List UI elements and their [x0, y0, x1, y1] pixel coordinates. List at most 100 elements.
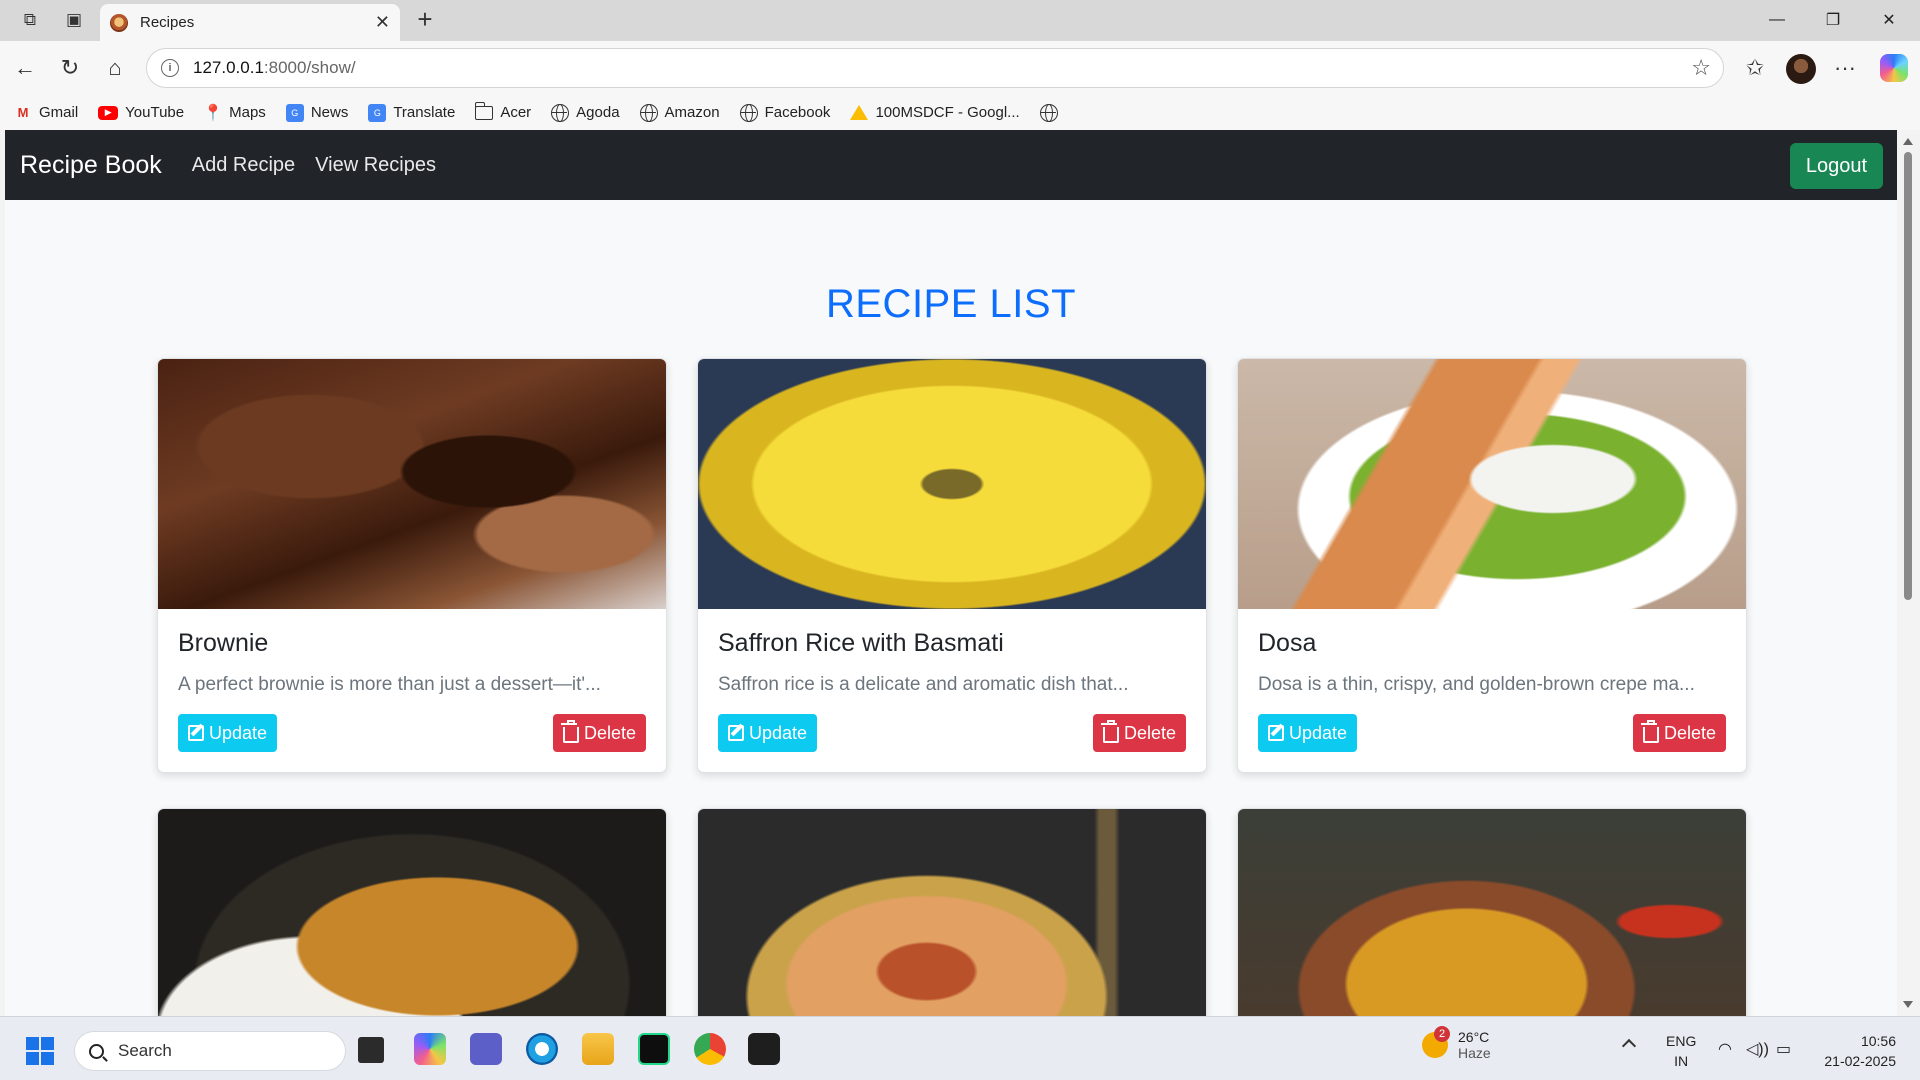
bookmark-facebook[interactable]: Facebook: [739, 103, 830, 122]
reload-icon[interactable]: ↻: [55, 54, 85, 82]
search-icon: [89, 1043, 104, 1059]
profile-avatar[interactable]: [1786, 54, 1816, 84]
copilot-icon[interactable]: [1880, 54, 1908, 82]
update-button[interactable]: Update: [178, 714, 278, 752]
card-body: Dosa Dosa is a thin, crispy, and golden-…: [1238, 609, 1746, 772]
new-tab-button[interactable]: +: [410, 4, 440, 36]
nav-view-recipes[interactable]: View Recipes: [315, 154, 436, 177]
chrome-icon[interactable]: [694, 1033, 726, 1065]
update-button[interactable]: Update: [1258, 714, 1358, 752]
brand-link[interactable]: Recipe Book: [20, 151, 162, 180]
recipe-description: Dosa is a thin, crispy, and golden-brown…: [1258, 674, 1695, 695]
recipe-card: Brownie A perfect brownie is more than j…: [157, 358, 667, 773]
bookmark-amazon[interactable]: Amazon: [639, 103, 720, 122]
delete-label: Delete: [1123, 722, 1176, 743]
recipe-card: [157, 808, 667, 1016]
bookmark-gmail[interactable]: M Gmail: [14, 104, 79, 122]
bookmark-label: 100MSDCF - Googl...: [875, 104, 1020, 121]
card-actions: Update Delete: [1258, 714, 1726, 752]
page-scrollbar[interactable]: [1897, 130, 1920, 1016]
teams-icon[interactable]: [470, 1033, 502, 1065]
card-actions: Update Delete: [178, 714, 646, 752]
file-explorer-icon[interactable]: [582, 1033, 614, 1065]
bookmark-google-drive[interactable]: 100MSDCF - Googl...: [850, 104, 1020, 121]
recipe-name: Saffron Rice with Basmati: [718, 629, 1004, 657]
bookmark-label: Agoda: [576, 104, 620, 121]
bookmark-acer[interactable]: Acer: [474, 101, 532, 122]
youtube-icon: ▶: [98, 105, 119, 120]
terminal-icon[interactable]: [748, 1033, 780, 1065]
url-path: :8000/show/: [263, 58, 356, 77]
battery-icon[interactable]: ▭: [1776, 1039, 1791, 1059]
card-body: Brownie A perfect brownie is more than j…: [158, 609, 666, 772]
copilot-app-icon[interactable]: [414, 1033, 446, 1065]
clock[interactable]: 10:56 21-02-2025: [1808, 1031, 1896, 1071]
bookmark-youtube[interactable]: ▶ YouTube: [98, 104, 184, 121]
bookmark-maps[interactable]: 📍 Maps: [203, 104, 266, 122]
browser-chrome: ⧉ ▣ Recipes ✕ + — ❐ ✕ ← ↻ ⌂ i 127.0.0.1:…: [0, 0, 1920, 130]
taskbar: Search 2 26°C Haze ENG IN ◠ ◁)) ▭ 10:56 …: [0, 1016, 1920, 1080]
delete-button[interactable]: Delete: [1632, 714, 1726, 752]
folder-icon: [474, 101, 494, 122]
logout-button[interactable]: Logout: [1789, 143, 1883, 189]
globe-icon: [1039, 103, 1058, 122]
close-tab-icon[interactable]: ✕: [375, 12, 390, 33]
recipe-card: [697, 808, 1207, 1016]
tab-title: Recipes: [140, 14, 195, 31]
recipe-image-biryani: [698, 809, 1206, 1016]
edge-icon[interactable]: [526, 1033, 558, 1065]
site-info-icon[interactable]: i: [161, 59, 179, 77]
edit-icon: [188, 725, 204, 741]
scrollbar-thumb[interactable]: [1904, 152, 1912, 600]
clock-date: 21-02-2025: [1824, 1053, 1896, 1069]
tab-recipes[interactable]: Recipes ✕: [100, 4, 400, 41]
workspaces-icon[interactable]: ⧉: [16, 8, 44, 32]
weather-widget[interactable]: 2 26°C Haze: [1422, 1026, 1491, 1061]
chevron-up-icon[interactable]: [1621, 1038, 1637, 1054]
taskbar-search[interactable]: Search: [74, 1031, 346, 1071]
search-label: Search: [118, 1041, 172, 1060]
globe-icon: [551, 103, 570, 122]
recipe-name: Dosa: [1258, 629, 1317, 657]
scroll-up-icon[interactable]: [1903, 138, 1913, 145]
restore-button[interactable]: ❐: [1810, 6, 1856, 34]
recipe-image-dal: [1238, 809, 1746, 1016]
minimize-button[interactable]: —: [1754, 6, 1800, 34]
bookmark-globe[interactable]: [1039, 103, 1065, 122]
weather-desc: Haze: [1458, 1045, 1491, 1061]
update-label: Update: [209, 722, 268, 743]
delete-label: Delete: [583, 722, 636, 743]
delete-button[interactable]: Delete: [552, 714, 646, 752]
pycharm-icon[interactable]: [638, 1033, 670, 1065]
scroll-down-icon[interactable]: [1903, 1001, 1913, 1008]
edit-icon: [728, 725, 744, 741]
bookmark-label: Amazon: [664, 104, 720, 121]
bookmark-translate[interactable]: G Translate: [368, 103, 455, 122]
home-icon[interactable]: ⌂: [100, 54, 130, 82]
favorites-icon[interactable]: ✩: [1740, 54, 1770, 82]
close-window-button[interactable]: ✕: [1866, 6, 1912, 34]
bookmark-news[interactable]: G News: [285, 103, 348, 122]
wifi-icon[interactable]: ◠: [1718, 1039, 1732, 1059]
task-view-icon[interactable]: [358, 1037, 384, 1063]
bookmark-label: Maps: [229, 104, 266, 121]
address-bar[interactable]: i 127.0.0.1:8000/show/ ☆: [146, 48, 1724, 88]
nav-add-recipe[interactable]: Add Recipe: [192, 154, 295, 177]
volume-icon[interactable]: ◁)): [1746, 1039, 1769, 1059]
update-button[interactable]: Update: [718, 714, 818, 752]
bookmark-label: Acer: [500, 104, 532, 121]
bookmark-label: YouTube: [125, 104, 185, 121]
page-title: RECIPE LIST: [825, 282, 1076, 326]
more-menu-icon[interactable]: ···: [1830, 54, 1860, 82]
delete-button[interactable]: Delete: [1092, 714, 1186, 752]
windows-start-icon[interactable]: [26, 1037, 54, 1065]
recipe-favicon-icon: [110, 13, 128, 32]
back-arrow-icon[interactable]: ←: [10, 54, 40, 82]
favorite-star-icon[interactable]: ☆: [1691, 55, 1711, 81]
bookmark-agoda[interactable]: Agoda: [551, 103, 620, 122]
lang-code: ENG: [1666, 1033, 1697, 1049]
language-indicator[interactable]: ENG IN: [1666, 1031, 1696, 1071]
weather-badge: 2: [1434, 1026, 1450, 1042]
recipe-image-brownie: [158, 359, 666, 609]
vertical-tabs-icon[interactable]: ▣: [60, 8, 88, 32]
